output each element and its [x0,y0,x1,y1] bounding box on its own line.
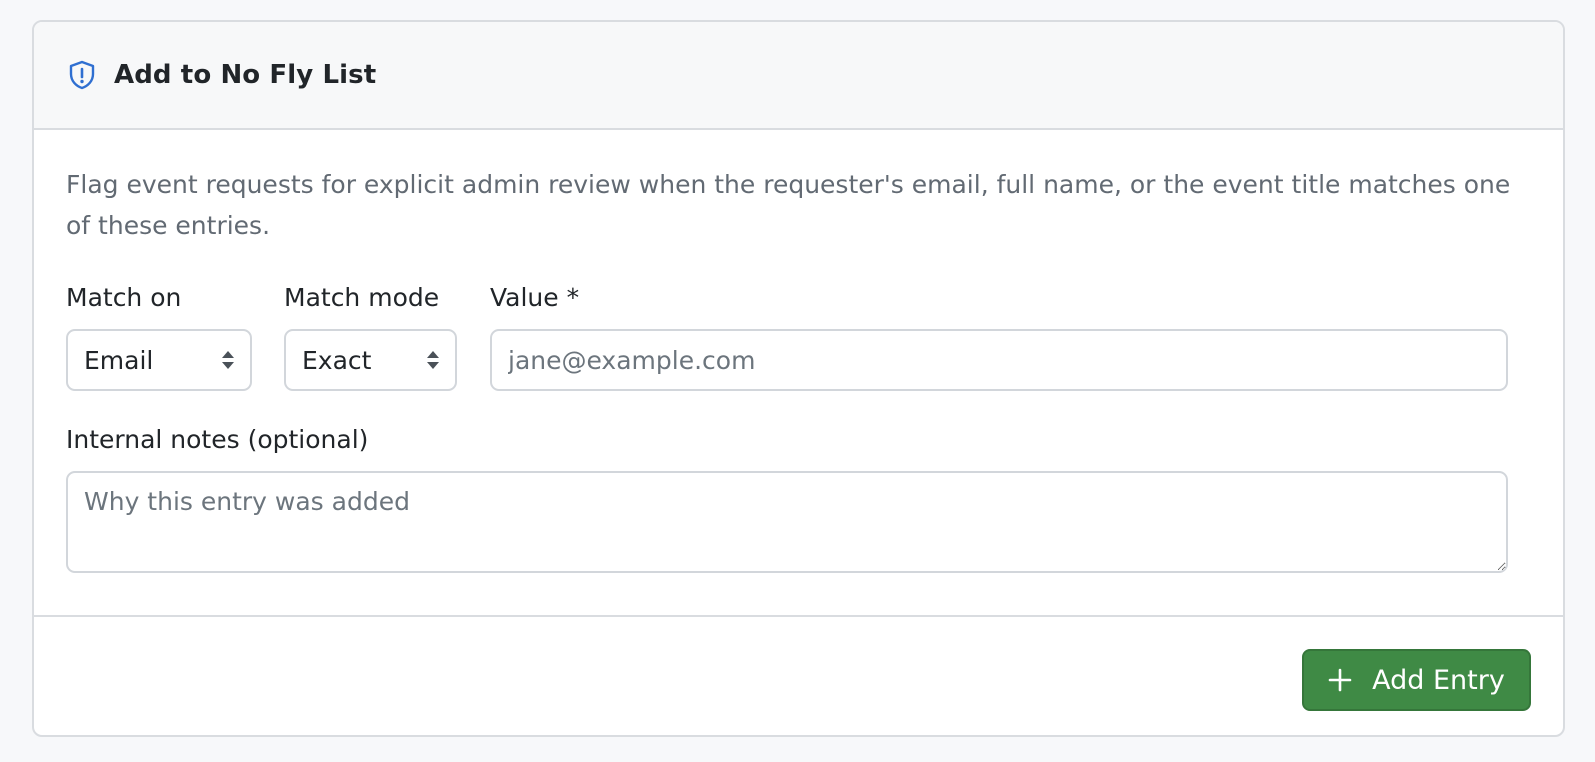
match-on-field: Match on Email [66,283,252,391]
no-fly-list-card: Add to No Fly List Flag event requests f… [32,20,1565,737]
description-text: Flag event requests for explicit admin r… [66,170,1511,240]
select-arrows-icon [220,348,236,372]
notes-field: Internal notes (optional) [66,425,1531,573]
match-on-label: Match on [66,283,182,312]
match-fields-row: Match on Email Match mode Exact Value * … [66,283,1531,393]
plus-icon [1328,668,1352,692]
add-entry-label: Add Entry [1372,664,1505,696]
select-arrows-icon [425,348,441,372]
add-entry-button[interactable]: Add Entry [1302,649,1531,711]
match-mode-label: Match mode [284,283,440,312]
value-input[interactable] [490,329,1508,391]
match-mode-value: Exact [302,345,372,375]
notes-textarea[interactable] [66,471,1508,573]
shield-exclamation-icon [66,59,98,91]
value-field: Value * [490,283,1508,391]
match-mode-field: Match mode Exact [284,283,457,391]
card-title: Add to No Fly List [114,60,377,90]
notes-label: Internal notes (optional) [66,425,369,454]
card-header: Add to No Fly List [34,22,1563,130]
card-body: Flag event requests for explicit admin r… [34,130,1563,617]
card-footer: Add Entry [34,617,1563,735]
value-label: Value * [490,283,580,312]
match-mode-select[interactable]: Exact [284,329,457,391]
match-on-value: Email [84,345,154,375]
match-on-select[interactable]: Email [66,329,252,391]
